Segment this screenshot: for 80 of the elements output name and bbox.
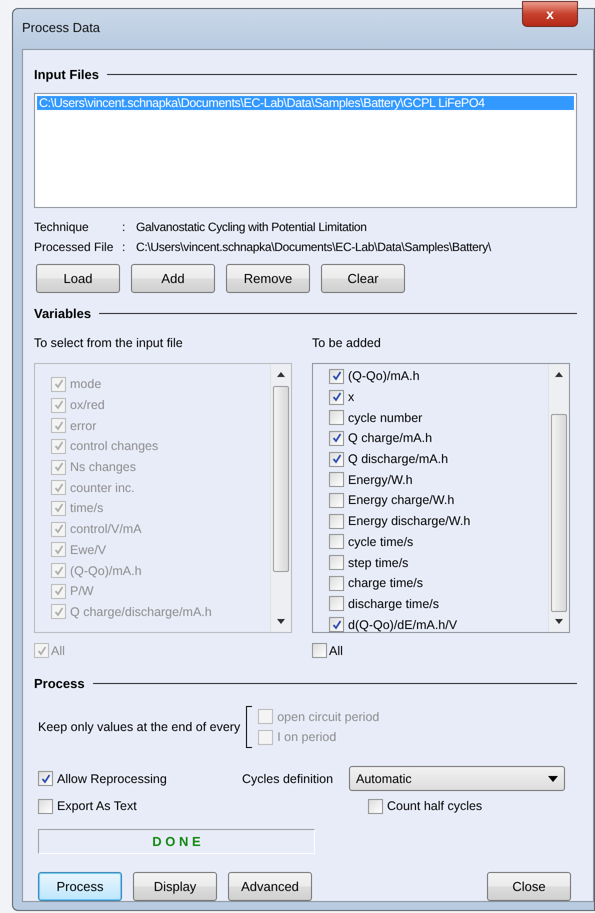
scroll-thumb[interactable]	[551, 414, 567, 612]
window-close-button[interactable]: x	[522, 1, 578, 27]
checkbox-label: mode	[70, 377, 102, 392]
checkbox-label: P/W	[70, 584, 94, 598]
checkbox[interactable]	[329, 410, 344, 426]
dialog-button[interactable]: Process	[38, 872, 122, 901]
checkbox-label: Energy charge/W.h	[348, 493, 454, 508]
checkbox[interactable]	[329, 390, 344, 405]
checkbox[interactable]	[329, 368, 344, 384]
section-heading: Input Files	[34, 66, 99, 82]
dialog-button[interactable]: Close	[487, 872, 571, 901]
variable-list[interactable]: (Q-Qo)/mA.h x cycle number Q charge/mA.h Q discharge/mA.h Energy/W.h Energy charge/W.h Energy discharge/W.h cycle time/s step time/s charge time/s discharge time/s d(Q-Qo)/dE/mA.h/V	[312, 363, 570, 633]
checkbox-label: Count half cycles	[387, 799, 482, 814]
info-label: Processed File	[34, 240, 114, 254]
checkbox-label: x	[348, 390, 354, 404]
checkbox[interactable]	[329, 596, 344, 612]
checkbox-label: Energy discharge/W.h	[348, 514, 470, 528]
up-arrow-icon[interactable]	[555, 372, 563, 377]
checkbox-label: ox/red	[70, 398, 105, 412]
list-title: To be added	[312, 336, 382, 350]
info-label: Technique	[34, 220, 90, 234]
checkbox-label: Export As Text	[57, 799, 137, 814]
checkbox-label: time/s	[70, 501, 104, 516]
checkbox-label: Ns changes	[70, 460, 136, 474]
dialog-button[interactable]: Advanced	[228, 872, 312, 901]
info-value: C:\Users\vincent.schnapka\Documents\EC-Lab\Data\Samples\Battery\	[136, 240, 491, 254]
info-separator: :	[122, 220, 126, 234]
keep-label: Keep only values at the end of every	[38, 720, 240, 734]
checkbox-label: charge time/s	[348, 576, 424, 590]
checkbox[interactable]	[329, 555, 344, 570]
action-button[interactable]: Load	[36, 264, 120, 293]
checkbox-label: (Q-Qo)/mA.h	[348, 369, 420, 384]
checkbox-label: discharge time/s	[348, 596, 440, 611]
checkbox-label: open circuit period	[277, 710, 380, 724]
checkbox-label: Q discharge/mA.h	[348, 452, 448, 466]
dropdown-arrow-icon	[548, 776, 558, 782]
checkbox[interactable]	[329, 492, 344, 508]
checkbox-label: control/V/mA	[70, 522, 142, 536]
action-button[interactable]: Add	[131, 264, 215, 293]
checkbox[interactable]	[38, 771, 53, 786]
section-heading: Process	[34, 676, 85, 690]
checkbox-label: cycle time/s	[348, 534, 414, 549]
checkbox-label: cycle number	[348, 410, 422, 425]
checkbox-label: All	[51, 644, 65, 658]
section-heading: Variables	[34, 306, 92, 320]
info-separator: :	[122, 240, 126, 254]
checkbox[interactable]	[329, 617, 344, 632]
checkbox-label: control changes	[70, 439, 158, 454]
checkbox[interactable]	[312, 643, 327, 658]
field-label: Cycles definition	[242, 772, 334, 786]
scrollbar[interactable]	[548, 364, 569, 632]
window-title: Process Data	[22, 20, 100, 35]
down-arrow-icon[interactable]	[555, 619, 563, 624]
checkbox-label: Q charge/mA.h	[348, 431, 432, 446]
checkbox[interactable]	[329, 472, 344, 488]
checkbox-label: (Q-Qo)/mA.h	[70, 564, 142, 578]
cycles-dropdown[interactable]: Automatic	[349, 766, 566, 791]
checkbox-label: Energy/W.h	[348, 472, 413, 487]
checkbox-label: Allow Reprocessing	[57, 772, 167, 786]
dialog-button[interactable]: Display	[133, 872, 217, 901]
checkbox[interactable]	[329, 534, 344, 550]
checkbox[interactable]	[329, 576, 344, 591]
checkbox-label: d(Q-Qo)/dE/mA.h/V	[348, 618, 458, 632]
action-button[interactable]: Clear	[321, 264, 405, 293]
list-title: To select from the input file	[34, 336, 184, 350]
checkbox-label: All	[329, 644, 343, 658]
checkbox[interactable]	[368, 798, 383, 814]
checkbox-label: step time/s	[348, 556, 408, 570]
checkbox-label: Ewe/V	[70, 542, 106, 557]
info-value: Galvanostatic Cycling with Potential Limitation	[136, 220, 367, 234]
action-button[interactable]: Remove	[226, 264, 310, 293]
checkbox[interactable]	[329, 430, 344, 446]
checkbox[interactable]	[329, 452, 344, 467]
status-display: D O N E	[38, 828, 315, 854]
checkbox-label: I on period	[277, 730, 336, 744]
checkbox[interactable]	[38, 798, 53, 814]
checkbox[interactable]	[329, 514, 344, 529]
checkbox-label: counter inc.	[70, 480, 135, 495]
checkbox-label: error	[70, 418, 96, 433]
checkbox-label: Q charge/discharge/mA.h	[70, 604, 212, 619]
